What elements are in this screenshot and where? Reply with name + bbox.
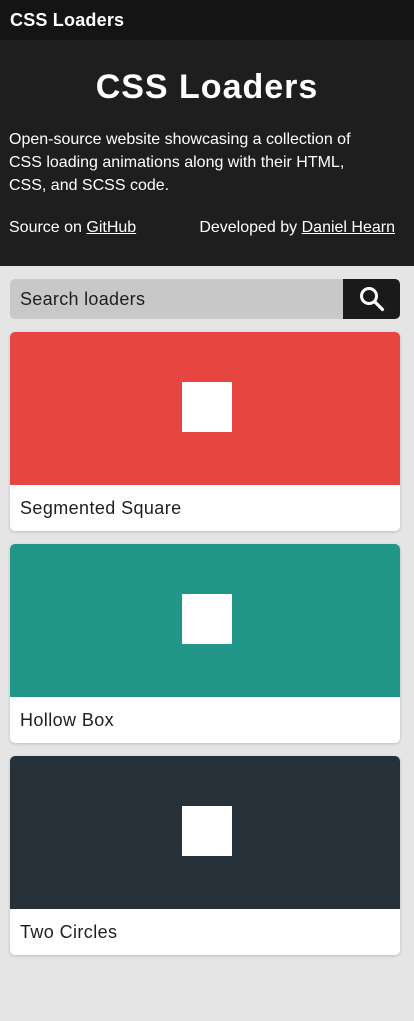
- loader-preview[interactable]: [10, 756, 400, 909]
- search-input[interactable]: [10, 279, 343, 319]
- developer-link[interactable]: Daniel Hearn: [302, 219, 395, 236]
- app-title[interactable]: CSS Loaders: [10, 10, 124, 31]
- top-bar: CSS Loaders: [0, 0, 414, 40]
- search-bar: [10, 279, 400, 319]
- loader-card[interactable]: Segmented Square: [10, 332, 400, 531]
- source-credit: Source on GitHub: [9, 219, 136, 237]
- loader-animation: [182, 594, 232, 644]
- developer-credit: Developed by Daniel Hearn: [199, 219, 395, 237]
- source-prefix: Source on: [9, 219, 87, 236]
- hero-header: CSS Loaders Open-source website showcasi…: [0, 40, 414, 266]
- site-description: Open-source website showcasing a collect…: [9, 131, 351, 194]
- loader-preview[interactable]: [10, 544, 400, 697]
- github-link[interactable]: GitHub: [86, 219, 136, 236]
- loader-animation: [182, 382, 232, 432]
- loader-card[interactable]: Hollow Box: [10, 544, 400, 743]
- loader-card[interactable]: Two Circles: [10, 756, 400, 955]
- loader-name[interactable]: Two Circles: [10, 909, 400, 955]
- developer-prefix: Developed by: [199, 219, 302, 236]
- search-button[interactable]: [343, 279, 400, 319]
- loader-name[interactable]: Hollow Box: [10, 697, 400, 743]
- page-title: CSS Loaders: [95, 68, 319, 106]
- search-icon: [359, 287, 384, 312]
- loader-animation: [182, 806, 232, 856]
- loader-name[interactable]: Segmented Square: [10, 485, 400, 531]
- credits-row: Source on GitHub Developed by Daniel Hea…: [9, 219, 395, 237]
- loader-preview[interactable]: [10, 332, 400, 485]
